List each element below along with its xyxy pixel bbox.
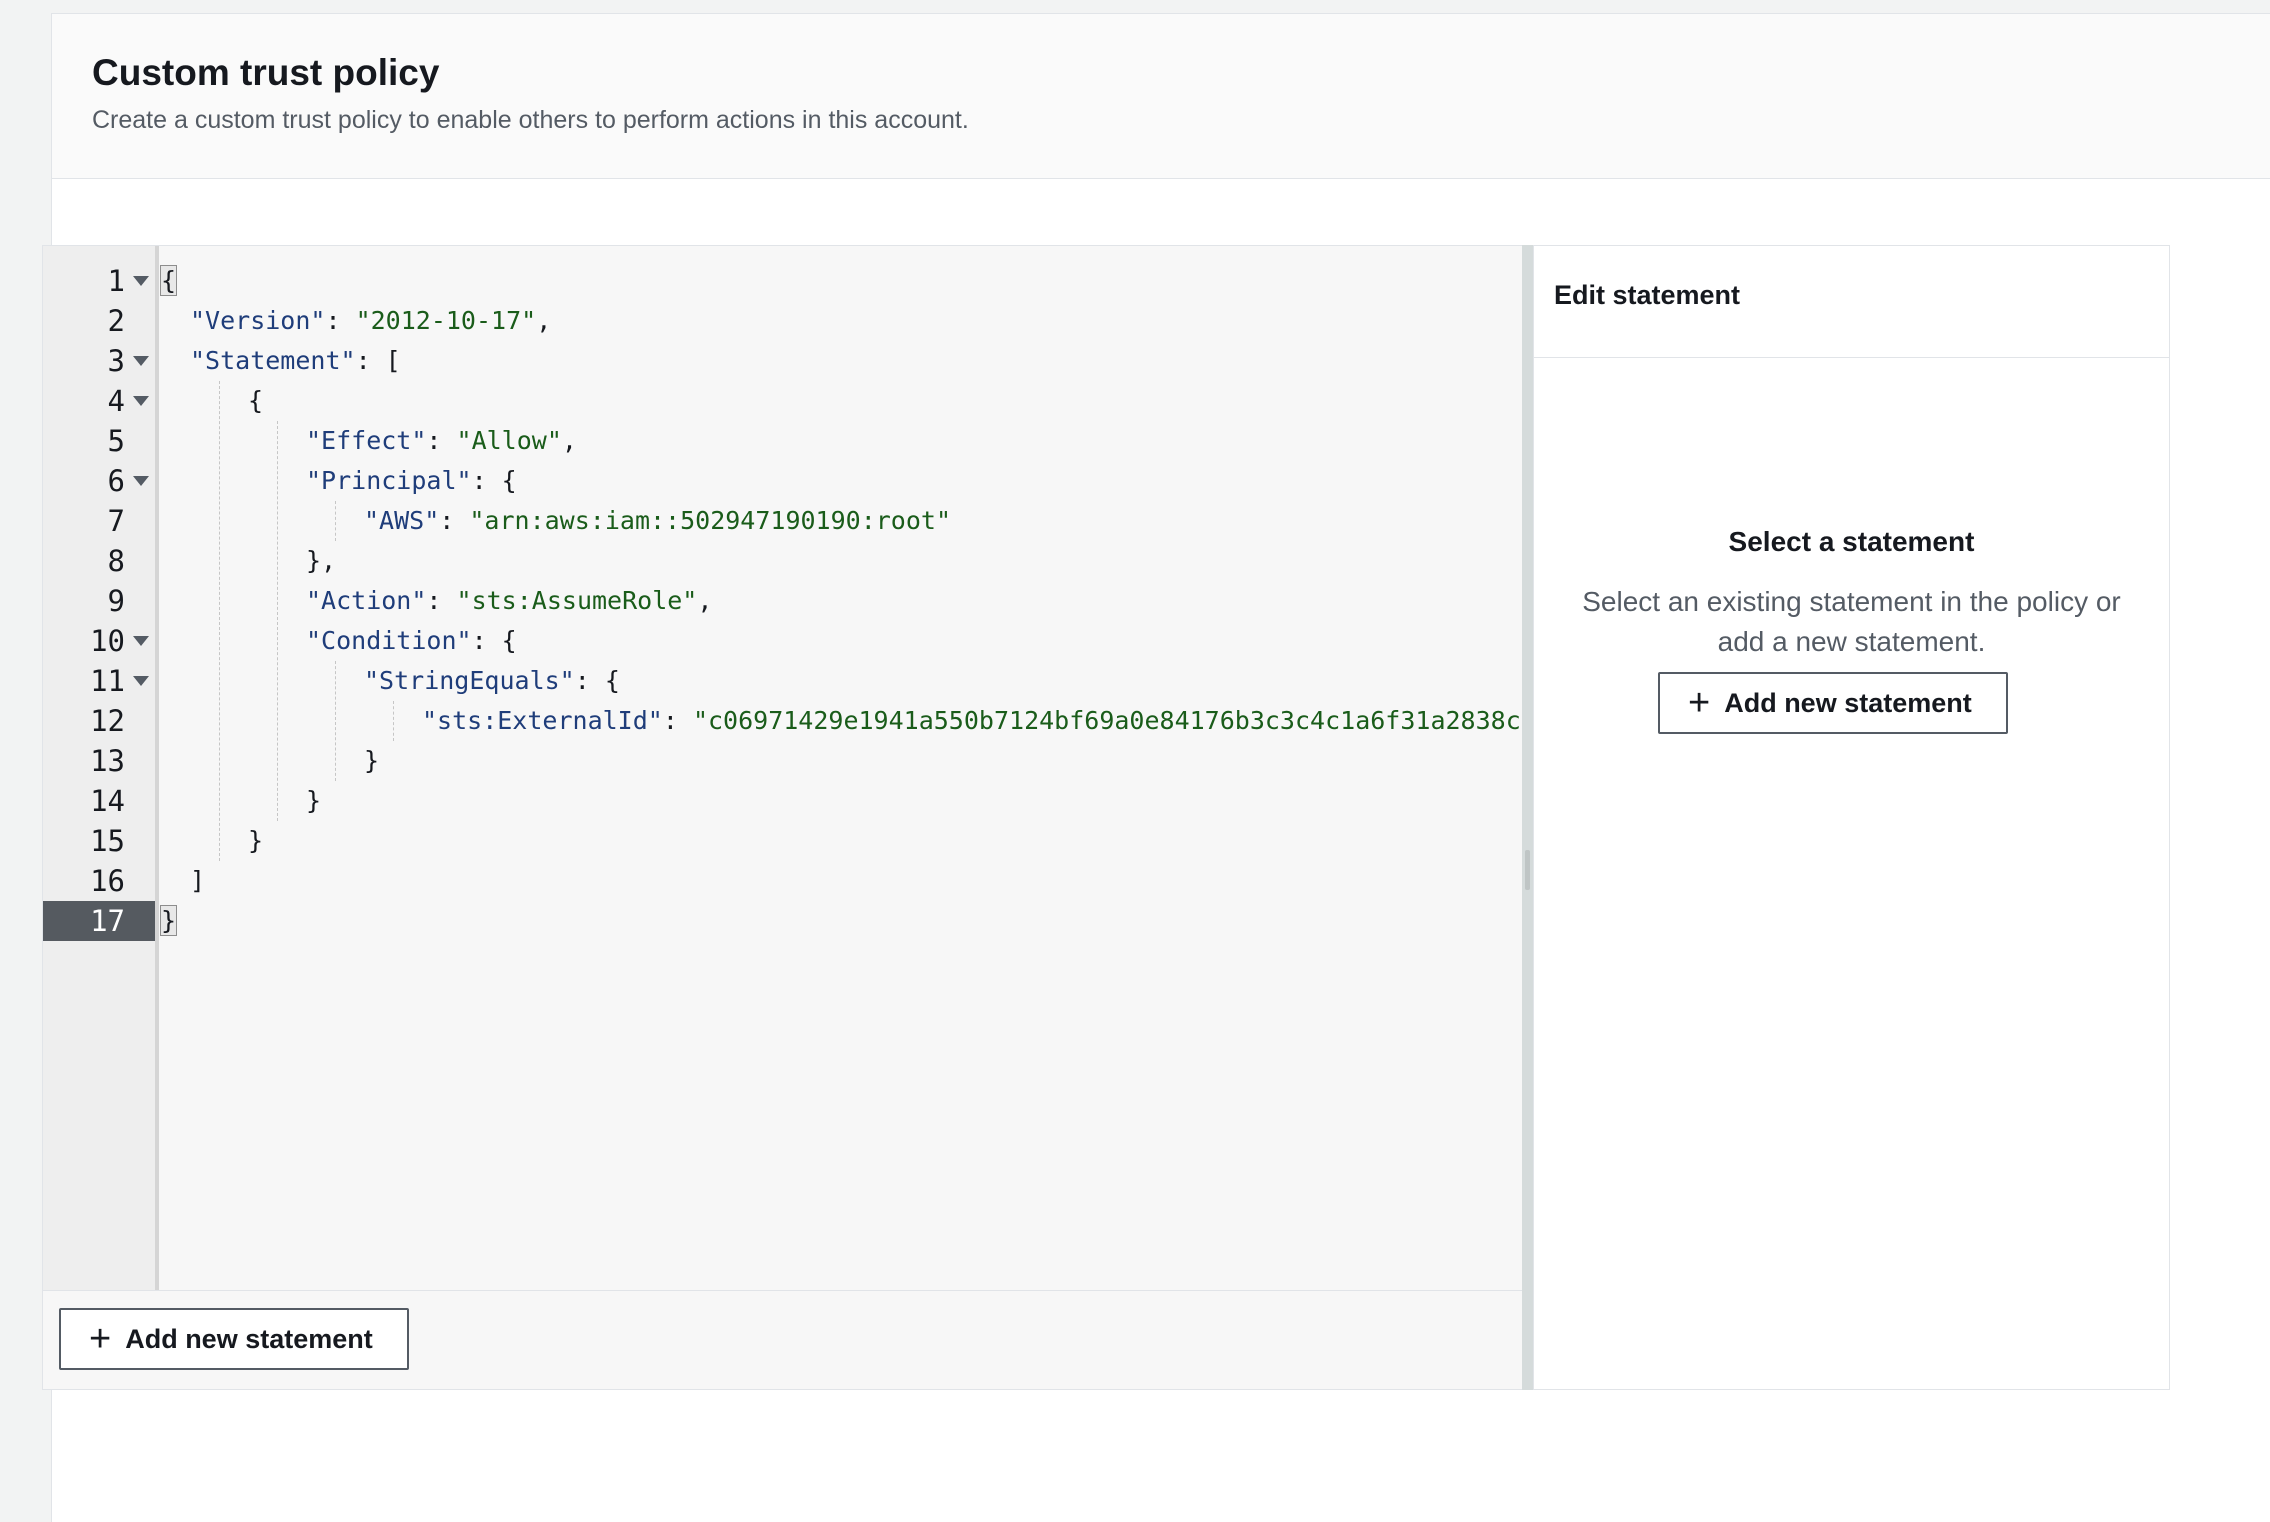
section-header: Custom trust policy Create a custom trus… bbox=[52, 14, 2270, 179]
code-line-3: "Statement": [ bbox=[190, 346, 401, 375]
panel-add-new-statement-button[interactable]: + Add new statement bbox=[1658, 672, 2008, 734]
panel-header: Edit statement bbox=[1534, 246, 2169, 358]
edit-statement-panel: Edit statement Select a statement Select… bbox=[1533, 245, 2170, 1390]
code-line-1: { bbox=[159, 265, 178, 296]
fold-arrow-icon[interactable] bbox=[133, 396, 149, 406]
line-number: 11 bbox=[43, 661, 155, 701]
fold-arrow-icon[interactable] bbox=[133, 276, 149, 286]
code-line-2: "Version": "2012-10-17", bbox=[190, 306, 552, 335]
line-number: 3 bbox=[43, 341, 155, 381]
editor-footer: + Add new statement bbox=[43, 1290, 1522, 1389]
json-policy-editor[interactable]: 1 2 3 4 5 6 7 8 9 10 11 12 13 14 15 16 1… bbox=[42, 245, 1523, 1390]
code-line-13: } bbox=[364, 746, 380, 775]
line-number: 6 bbox=[43, 461, 155, 501]
code-line-9: "Action": "sts:AssumeRole", bbox=[306, 586, 713, 615]
code-line-17: } bbox=[159, 905, 178, 936]
line-number: 8 bbox=[107, 544, 125, 578]
line-number: 13 bbox=[90, 744, 125, 778]
code-line-16: ] bbox=[190, 866, 206, 895]
line-number: 14 bbox=[90, 784, 125, 818]
line-number: 10 bbox=[43, 621, 155, 661]
line-number-active: 17 bbox=[43, 901, 155, 941]
add-new-statement-label: Add new statement bbox=[125, 1323, 373, 1354]
line-number: 16 bbox=[90, 864, 125, 898]
line-number: 4 bbox=[43, 381, 155, 421]
add-new-statement-button[interactable]: + Add new statement bbox=[59, 1308, 409, 1370]
code-line-14: } bbox=[306, 786, 322, 815]
line-number: 15 bbox=[90, 824, 125, 858]
plus-icon: + bbox=[1688, 682, 1711, 724]
code-line-6: "Principal": { bbox=[306, 466, 517, 495]
panel-resize-handle[interactable] bbox=[1522, 245, 1533, 1390]
code-line-10: "Condition": { bbox=[306, 626, 517, 655]
drag-handle-icon bbox=[1525, 850, 1530, 890]
fold-arrow-icon[interactable] bbox=[133, 476, 149, 486]
panel-add-new-statement-label: Add new statement bbox=[1724, 687, 1972, 718]
fold-arrow-icon[interactable] bbox=[133, 356, 149, 366]
plus-icon: + bbox=[89, 1318, 112, 1360]
code-line-15: } bbox=[248, 826, 264, 855]
code-line-5: "Effect": "Allow", bbox=[306, 426, 577, 455]
code-line-12: "sts:ExternalId": "c06971429e1941a550b71… bbox=[422, 706, 1522, 735]
code-area[interactable]: { "Version": "2012-10-17", "Statement": … bbox=[159, 246, 1522, 1386]
empty-state-description: Select an existing statement in the poli… bbox=[1582, 586, 2121, 657]
line-number: 7 bbox=[107, 504, 125, 538]
line-number: 5 bbox=[107, 424, 125, 458]
section-description: Create a custom trust policy to enable o… bbox=[92, 106, 969, 134]
line-number: 2 bbox=[107, 304, 125, 338]
code-line-7: "AWS": "arn:aws:iam::502947190190:root" bbox=[364, 506, 952, 535]
line-number: 9 bbox=[107, 584, 125, 618]
empty-state-title: Select a statement bbox=[1728, 526, 1975, 557]
fold-arrow-icon[interactable] bbox=[133, 676, 149, 686]
line-number: 12 bbox=[90, 704, 125, 738]
panel-title: Edit statement bbox=[1554, 280, 1741, 310]
line-number-gutter: 1 2 3 4 5 6 7 8 9 10 11 12 13 14 15 16 1… bbox=[43, 246, 159, 1386]
fold-arrow-icon[interactable] bbox=[133, 636, 149, 646]
code-line-11: "StringEquals": { bbox=[364, 666, 620, 695]
section-title: Custom trust policy bbox=[92, 52, 440, 93]
code-line-4: { bbox=[248, 386, 264, 415]
line-number: 1 bbox=[43, 261, 155, 301]
code-line-8: }, bbox=[306, 546, 337, 575]
